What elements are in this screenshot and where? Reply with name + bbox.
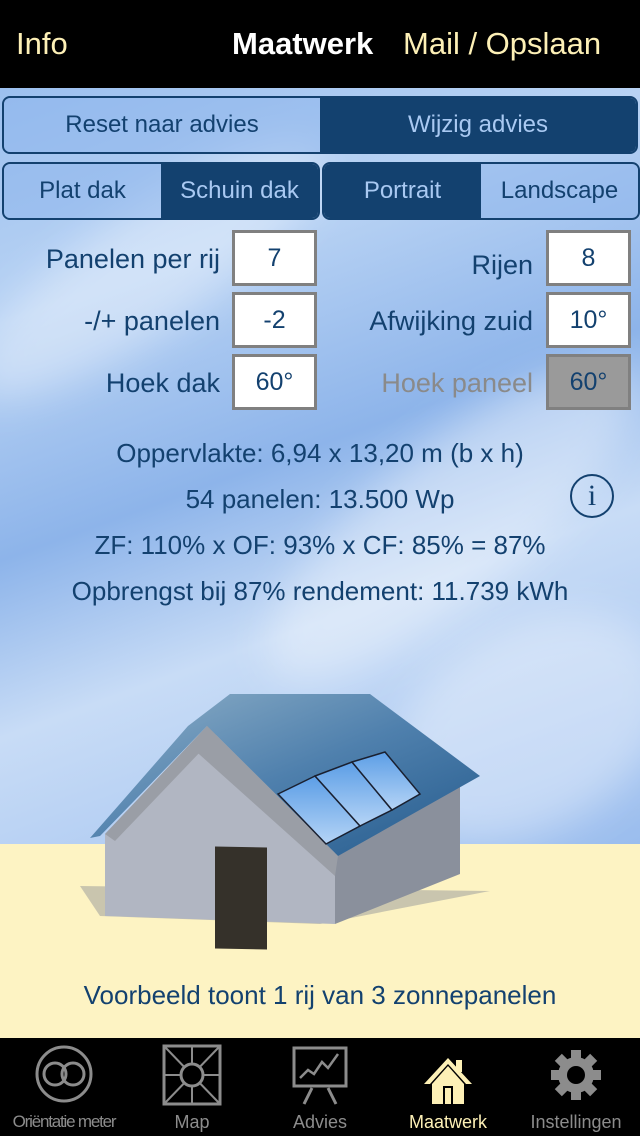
tab-orientation-meter[interactable]: Oriëntatie meter xyxy=(0,1038,128,1136)
south-deviation-label: Afwijking zuid xyxy=(369,306,533,336)
map-icon xyxy=(162,1044,222,1106)
main-content: Reset naar advies Wijzig advies Plat dak… xyxy=(0,88,640,1038)
sloped-roof-option[interactable]: Schuin dak xyxy=(161,164,318,218)
roof-angle-label: Hoek dak xyxy=(105,368,220,398)
area-result: Oppervlakte: 6,94 x 13,20 m (b x h) xyxy=(116,438,524,468)
tab-label: Maatwerk xyxy=(408,1112,488,1132)
illustration-caption: Voorbeeld toont 1 rij van 3 zonnepanelen xyxy=(83,980,557,1010)
roof-angle-field[interactable]: 60° xyxy=(232,354,317,410)
roof-type-segmented-control: Plat dak Schuin dak xyxy=(2,162,320,220)
chart-easel-icon xyxy=(292,1046,348,1105)
reset-advice-option[interactable]: Reset naar advies xyxy=(4,98,320,152)
factors-result: ZF: 110% x OF: 93% x CF: 85% = 87% xyxy=(94,530,546,560)
tab-map[interactable]: Map xyxy=(128,1038,256,1136)
navigation-bar: Info Maatwerk Mail / Opslaan xyxy=(0,0,640,88)
door xyxy=(215,846,267,950)
tab-label: Oriëntatie meter xyxy=(12,1112,117,1131)
tab-label: Advies xyxy=(292,1112,348,1132)
yield-result: Opbrengst bij 87% rendement: 11.739 kWh xyxy=(71,576,569,606)
panel-adjust-label: -/+ panelen xyxy=(84,306,220,336)
tab-label: Instellingen xyxy=(530,1112,622,1132)
rows-field[interactable]: 8 xyxy=(546,230,631,286)
landscape-option[interactable]: Landscape xyxy=(481,164,638,218)
advice-segmented-control: Reset naar advies Wijzig advies xyxy=(2,96,638,154)
house-icon xyxy=(424,1058,472,1104)
house-illustration xyxy=(80,694,490,950)
tab-bar: Oriëntatie meter Map Advies Maatwerk Ins… xyxy=(0,1038,640,1136)
tab-instellingen[interactable]: Instellingen xyxy=(512,1038,640,1136)
portrait-option[interactable]: Portrait xyxy=(324,164,481,218)
mail-save-nav-button[interactable]: Mail / Opslaan xyxy=(403,26,601,62)
change-advice-option[interactable]: Wijzig advies xyxy=(320,98,636,152)
panels-per-row-field[interactable]: 7 xyxy=(232,230,317,286)
panels-per-row-label: Panelen per rij xyxy=(45,244,220,274)
orientation-meter-icon xyxy=(35,1045,93,1103)
tab-maatwerk[interactable]: Maatwerk xyxy=(384,1038,512,1136)
gear-icon xyxy=(551,1050,601,1100)
tab-advies[interactable]: Advies xyxy=(256,1038,384,1136)
flat-roof-option[interactable]: Plat dak xyxy=(4,164,161,218)
panels-result: 54 panelen: 13.500 Wp xyxy=(185,484,455,514)
info-icon[interactable]: i xyxy=(570,474,614,518)
panel-angle-label: Hoek paneel xyxy=(381,368,533,398)
south-deviation-field[interactable]: 10° xyxy=(546,292,631,348)
panel-angle-field: 60° xyxy=(546,354,631,410)
info-nav-button[interactable]: Info xyxy=(16,26,68,62)
tab-label: Map xyxy=(174,1112,210,1132)
panel-adjust-field[interactable]: -2 xyxy=(232,292,317,348)
page-title: Maatwerk xyxy=(232,26,374,61)
orientation-segmented-control: Portrait Landscape xyxy=(322,162,640,220)
rows-label: Rijen xyxy=(471,250,533,280)
